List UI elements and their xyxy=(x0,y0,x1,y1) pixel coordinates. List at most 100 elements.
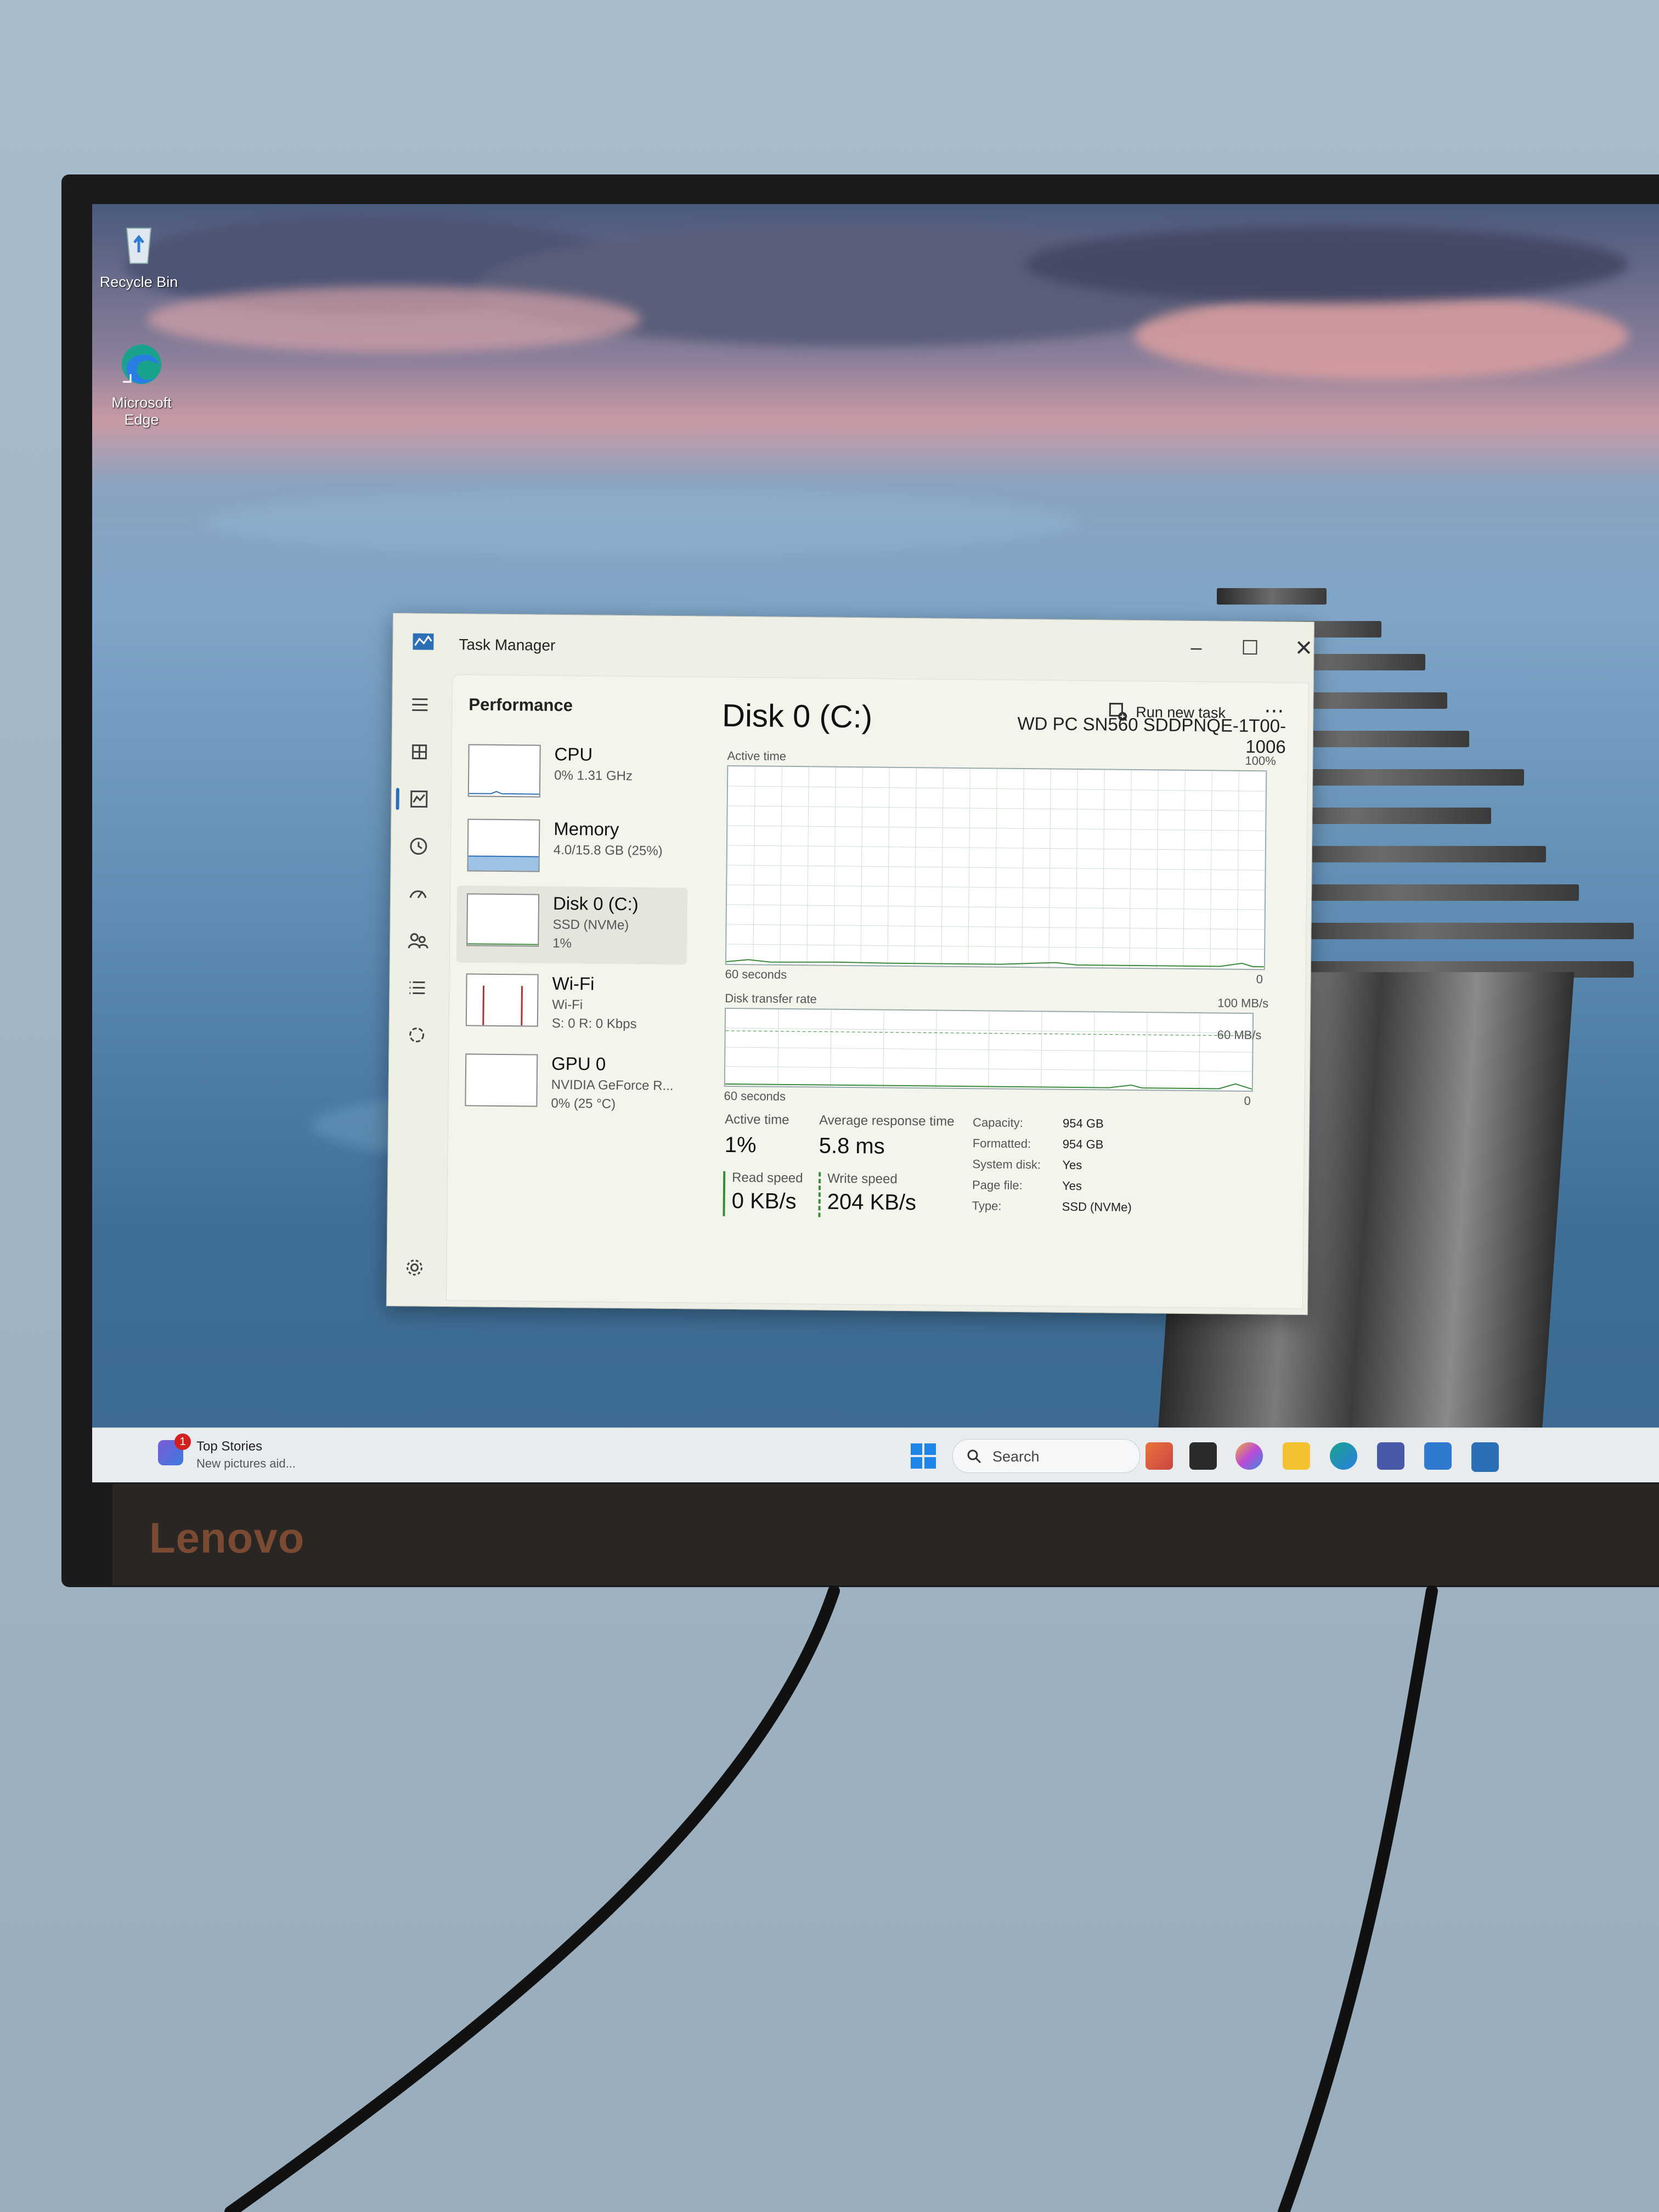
edge-taskbar-icon[interactable] xyxy=(1330,1442,1357,1470)
copilot-icon[interactable] xyxy=(1235,1442,1263,1470)
search-icon xyxy=(967,1449,981,1464)
news-badge: 1 xyxy=(174,1434,191,1450)
read-speed-label: Read speed xyxy=(732,1170,803,1186)
write-speed-label: Write speed xyxy=(827,1171,898,1187)
active-time-graph xyxy=(725,765,1267,970)
property-label: Page file: xyxy=(972,1178,1023,1193)
recycle-bin-icon xyxy=(126,228,152,264)
read-speed-marker xyxy=(723,1171,726,1216)
device-detail: S: 0 R: 0 Kbps xyxy=(551,1015,637,1032)
file-explorer-icon[interactable] xyxy=(1283,1442,1310,1470)
taskbar-search-box[interactable]: Search xyxy=(952,1439,1140,1473)
property-label: Formatted: xyxy=(972,1136,1031,1151)
device-name: Memory xyxy=(554,818,619,839)
write-speed-marker xyxy=(818,1172,821,1217)
desktop-icon-label: Microsoft Edge xyxy=(111,394,172,428)
nav-selection-indicator xyxy=(396,788,399,810)
window-title: Task Manager xyxy=(459,636,556,654)
disk-thumbnail-graph xyxy=(466,893,540,947)
desktop-icon-edge[interactable]: Microsoft Edge xyxy=(95,341,188,428)
desktop-screen: Recycle Bin Microsoft Edge Task Manager … xyxy=(92,204,1659,1482)
title-bar[interactable]: Task Manager – ☐ ✕ xyxy=(393,613,1314,682)
page-title: Performance xyxy=(469,695,573,715)
device-detail: 0% (25 °C) xyxy=(551,1096,616,1111)
property-value: Yes xyxy=(1062,1178,1082,1193)
performance-panel: Performance Run new task ⋯ CPU 0% 1.31 G… xyxy=(445,674,1309,1309)
close-button[interactable]: ✕ xyxy=(1282,632,1326,665)
write-speed-value: 204 KB/s xyxy=(827,1189,917,1215)
device-cpu[interactable]: CPU 0% 1.31 GHz xyxy=(458,736,689,810)
services-icon[interactable] xyxy=(404,1023,428,1047)
startup-apps-icon[interactable] xyxy=(406,881,430,905)
start-windows-icon[interactable] xyxy=(910,1442,937,1470)
maximize-button[interactable]: ☐ xyxy=(1228,631,1272,665)
graph-label: Active time xyxy=(727,748,787,763)
device-wifi[interactable]: Wi-Fi Wi-Fi S: 0 R: 0 Kbps xyxy=(455,966,686,1045)
taskbar: 1 Top Stories New pictures aid... Search xyxy=(92,1427,1659,1482)
wifi-thumbnail-graph xyxy=(465,973,539,1027)
details-icon[interactable] xyxy=(405,975,429,1000)
settings-gear-icon[interactable] xyxy=(402,1255,426,1279)
edge-icon xyxy=(122,345,161,384)
monitor-brand: Lenovo xyxy=(149,1514,305,1562)
device-detail: 4.0/15.8 GB (25%) xyxy=(553,842,663,859)
task-view-icon[interactable] xyxy=(1189,1442,1217,1470)
cpu-thumbnail-graph xyxy=(467,744,541,798)
device-detail: 1% xyxy=(552,935,572,951)
task-manager-window[interactable]: Task Manager – ☐ ✕ Performance Run new t… xyxy=(386,613,1314,1316)
transfer-rate-graph xyxy=(724,1007,1254,1092)
search-highlight-icon[interactable] xyxy=(1146,1442,1173,1470)
device-detail: SSD (NVMe) xyxy=(552,917,629,933)
graph-min-label: 0 xyxy=(1256,972,1263,986)
gpu-thumbnail-graph xyxy=(465,1053,538,1107)
device-name: Wi-Fi xyxy=(552,973,595,994)
property-value: Yes xyxy=(1062,1158,1082,1172)
device-gpu-0[interactable]: GPU 0 NVIDIA GeForce R... 0% (25 °C) xyxy=(455,1046,686,1125)
app-icon[interactable] xyxy=(1424,1442,1452,1470)
news-title[interactable]: Top Stories xyxy=(196,1439,262,1454)
monitor-chin xyxy=(112,1484,1659,1585)
graph-time-label: 60 seconds xyxy=(725,967,787,981)
minimize-button[interactable]: – xyxy=(1174,631,1218,664)
task-manager-taskbar-icon[interactable] xyxy=(1471,1442,1499,1472)
graph-max-label: 100% xyxy=(1245,753,1276,768)
cables xyxy=(224,1585,1438,2212)
device-name: CPU xyxy=(554,743,593,765)
graph-max-label: 100 MB/s xyxy=(1217,996,1269,1011)
task-manager-logo-icon xyxy=(413,633,434,650)
device-detail: NVIDIA GeForce R... xyxy=(551,1077,674,1093)
property-value: 954 GB xyxy=(1062,1137,1104,1152)
desktop-icon-recycle-bin[interactable]: Recycle Bin xyxy=(92,221,185,291)
active-time-label: Active time xyxy=(725,1111,789,1127)
property-value: 954 GB xyxy=(1063,1116,1104,1131)
processes-icon[interactable] xyxy=(407,740,431,764)
device-detail: 0% 1.31 GHz xyxy=(554,768,633,784)
property-value: SSD (NVMe) xyxy=(1062,1199,1132,1214)
search-placeholder: Search xyxy=(992,1448,1040,1465)
device-name: GPU 0 xyxy=(551,1053,606,1074)
store-icon[interactable] xyxy=(1377,1442,1404,1470)
performance-icon[interactable] xyxy=(407,787,431,811)
device-detail: Wi-Fi xyxy=(552,997,583,1013)
graph-time-label: 60 seconds xyxy=(724,1088,786,1103)
hamburger-menu-icon[interactable] xyxy=(408,692,432,716)
news-subtitle[interactable]: New pictures aid... xyxy=(196,1457,296,1471)
avg-response-value: 5.8 ms xyxy=(819,1133,885,1159)
property-label: Capacity: xyxy=(973,1115,1023,1130)
users-icon[interactable] xyxy=(405,928,430,952)
avg-response-label: Average response time xyxy=(819,1113,955,1129)
device-disk-0[interactable]: Disk 0 (C:) SSD (NVMe) 1% xyxy=(456,885,688,965)
active-time-value: 1% xyxy=(724,1132,757,1158)
app-history-icon[interactable] xyxy=(407,834,431,858)
detail-title: Disk 0 (C:) xyxy=(721,697,873,735)
graph-mid-label: 60 MB/s xyxy=(1217,1028,1262,1042)
device-name: Disk 0 (C:) xyxy=(552,893,639,915)
property-label: Type: xyxy=(972,1199,1002,1213)
read-speed-value: 0 KB/s xyxy=(731,1188,797,1214)
disk-model: WD PC SN560 SDDPNQE-1T00-1006 xyxy=(1017,713,1286,757)
device-memory[interactable]: Memory 4.0/15.8 GB (25%) xyxy=(457,811,688,884)
graph-min-label: 0 xyxy=(1244,1093,1251,1108)
memory-thumbnail-graph xyxy=(467,819,540,872)
graph-label: Disk transfer rate xyxy=(725,991,817,1006)
property-label: System disk: xyxy=(972,1157,1041,1172)
